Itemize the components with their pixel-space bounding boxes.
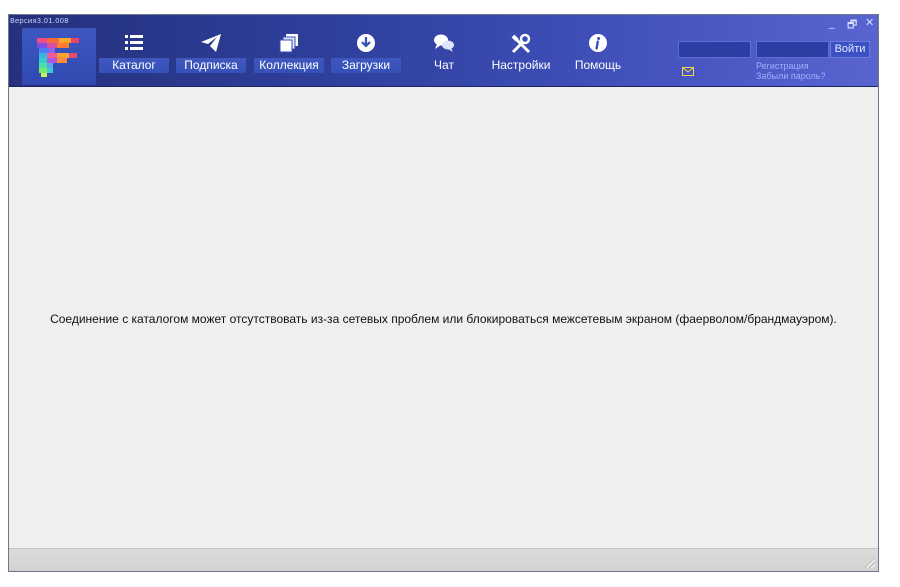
forgot-password-link[interactable]: Забыли пароль? <box>756 71 825 81</box>
password-input[interactable] <box>756 41 829 58</box>
nav-downloads-label: Загрузки <box>331 58 401 73</box>
main-content: Соединение с каталогом может отсутствова… <box>9 87 878 549</box>
nav-collection-label: Коллекция <box>254 58 324 73</box>
nav-chat[interactable]: Чат <box>409 28 479 74</box>
version-label: Версия3.01.008 <box>10 17 69 25</box>
app-logo-icon <box>37 38 79 77</box>
nav-settings-label: Настройки <box>491 58 551 72</box>
status-bar <box>9 548 878 571</box>
nav-help-label: Помощь <box>574 58 622 72</box>
envelope-icon[interactable] <box>682 67 694 76</box>
app-window: Версия3.01.008 _ 🗗 ✕ Каталог Подписка Ко… <box>8 14 879 572</box>
nav-help[interactable]: Помощь <box>563 28 633 74</box>
nav-catalog-label: Каталог <box>99 58 169 73</box>
resize-grip-icon[interactable] <box>862 555 876 569</box>
login-button[interactable]: Войти <box>830 41 870 58</box>
nav-catalog[interactable]: Каталог <box>99 28 169 74</box>
header-bar: Версия3.01.008 _ 🗗 ✕ Каталог Подписка Ко… <box>9 15 878 87</box>
minimize-button[interactable]: _ <box>829 16 835 29</box>
home-logo-button[interactable] <box>22 28 96 85</box>
info-icon <box>589 34 607 52</box>
nav-subscription[interactable]: Подписка <box>176 28 246 74</box>
collection-icon <box>279 34 298 53</box>
login-input[interactable] <box>678 41 751 58</box>
close-button[interactable]: ✕ <box>865 16 874 29</box>
restore-button[interactable]: 🗗 <box>847 16 857 35</box>
nav-subscription-label: Подписка <box>176 58 246 73</box>
tools-icon <box>511 33 531 54</box>
chat-icon <box>434 34 454 52</box>
nav-downloads[interactable]: Загрузки <box>331 28 401 74</box>
connection-message: Соединение с каталогом может отсутствова… <box>50 312 837 326</box>
nav-settings[interactable]: Настройки <box>486 28 556 74</box>
nav-chat-label: Чат <box>434 58 454 72</box>
register-link[interactable]: Регистрация <box>756 61 809 71</box>
list-icon <box>125 35 143 50</box>
download-icon <box>357 34 375 52</box>
nav-collection[interactable]: Коллекция <box>254 28 324 74</box>
paper-plane-icon <box>201 34 221 52</box>
